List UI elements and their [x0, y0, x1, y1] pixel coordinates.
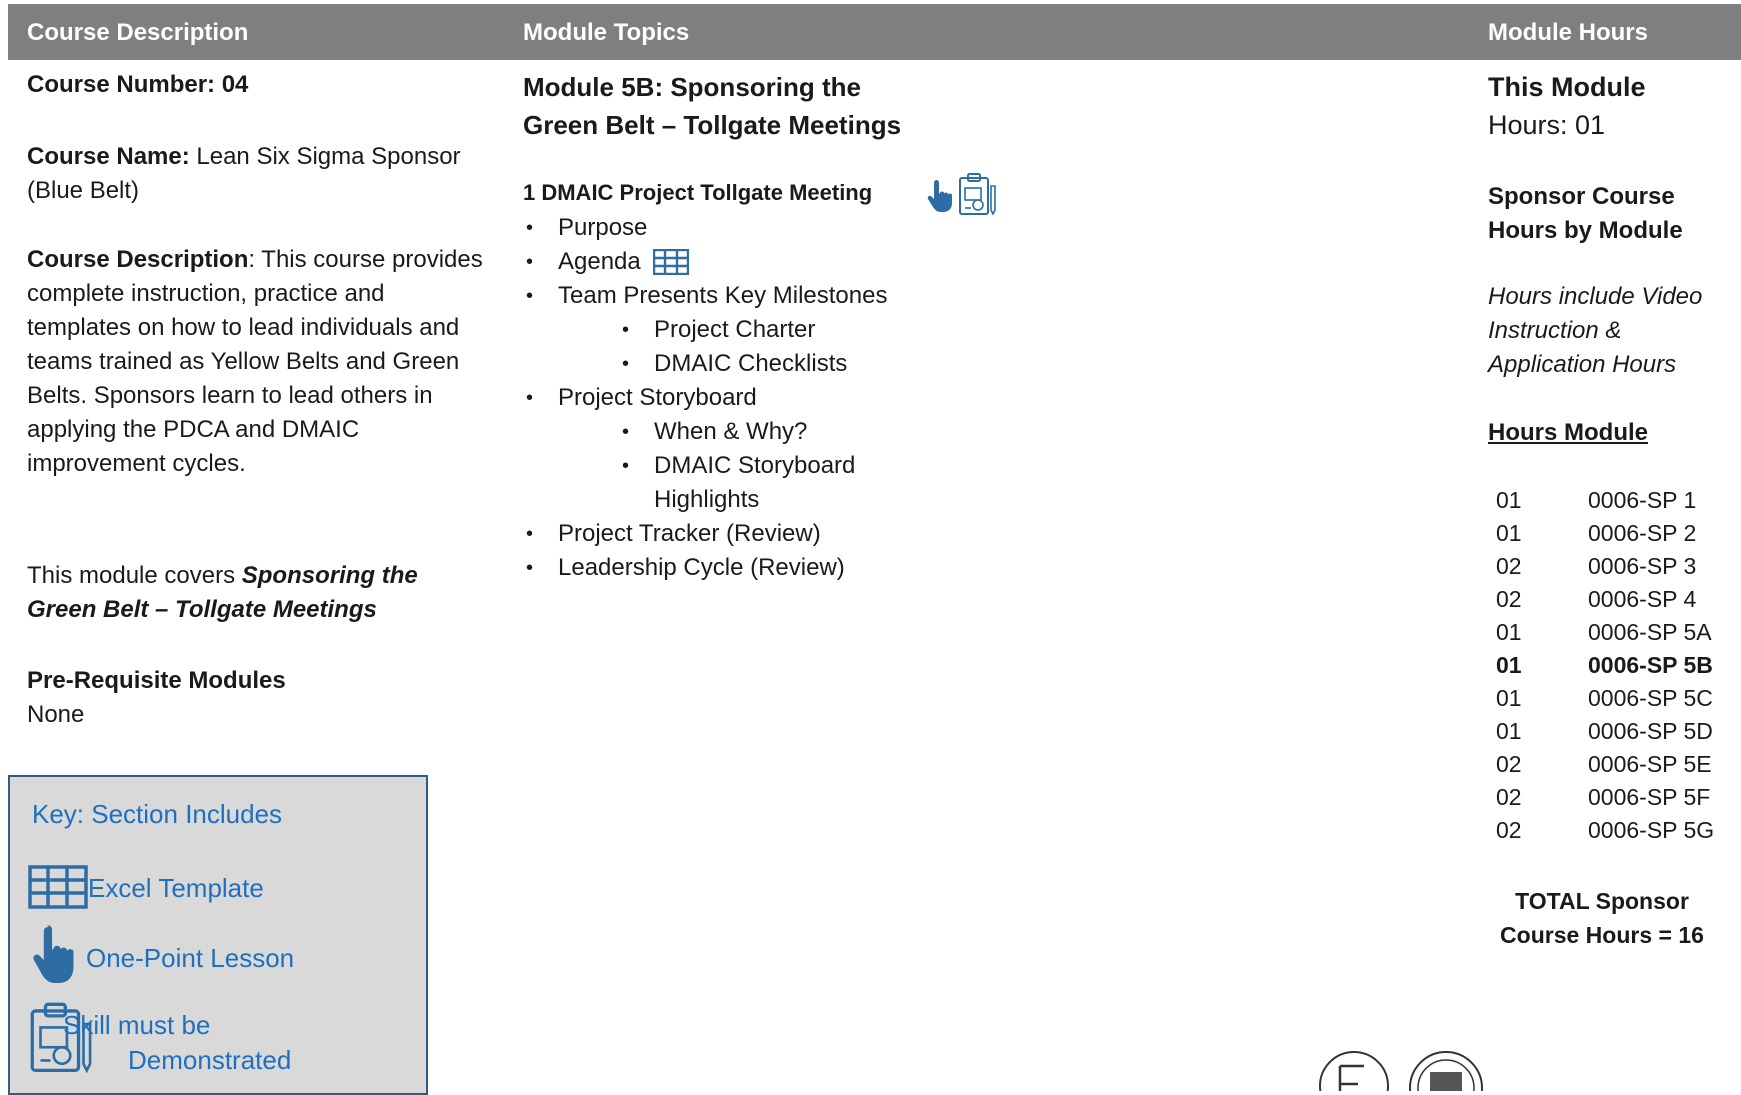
- section-title: 1 DMAIC Project Tollgate Meeting: [523, 180, 873, 205]
- list-item-storyboard: Project Storyboard: [526, 381, 757, 415]
- this-module-label: This Module: [1488, 72, 1646, 102]
- legend-one-point-lesson: One-Point Lesson: [86, 943, 295, 973]
- sponsor-hours-title: Sponsor Course Hours by Module: [1488, 183, 1683, 244]
- course-description: Course Description: This course provides…: [27, 246, 483, 477]
- certification-seal-logo: [1319, 1051, 1483, 1091]
- pointing-hand-icon: [33, 925, 74, 984]
- this-module-hours: Hours: 01: [1488, 110, 1606, 140]
- list-item-charter: Project Charter: [622, 313, 815, 347]
- total-hours: TOTAL Sponsor Course Hours = 16: [1500, 888, 1704, 948]
- module-title: Module 5B: Sponsoring the Green Belt – T…: [523, 72, 902, 140]
- legend-excel-template: Excel Template: [88, 873, 264, 903]
- prereq-value: None: [27, 701, 85, 728]
- clipboard-skill-icon: [959, 173, 996, 216]
- list-item-leadership: Leadership Cycle (Review): [526, 551, 845, 585]
- list-item-checklists: DMAIC Checklists: [622, 347, 847, 381]
- legend-skill-line1: Skill must be: [63, 1010, 211, 1040]
- list-item-tracker: Project Tracker (Review): [526, 517, 821, 551]
- list-item-highlights: DMAIC Storyboard Highlights: [622, 449, 855, 517]
- legend-title: Key: Section Includes: [32, 799, 283, 829]
- prereq-label: Pre-Requisite Modules: [27, 667, 286, 694]
- header-course-description: Course Description: [27, 19, 249, 46]
- pointing-hand-icon: [927, 180, 952, 212]
- hours-table-header: Hours Module: [1488, 419, 1648, 446]
- course-name: Course Name: Lean Six Sigma Sponsor (Blu…: [27, 143, 461, 204]
- course-number: Course Number: 04: [27, 71, 249, 98]
- list-item-agenda: Agenda: [526, 245, 641, 279]
- list-item-purpose: Purpose: [526, 211, 648, 245]
- header-module-hours: Module Hours: [1488, 19, 1648, 46]
- list-item-when-why: When & Why?: [622, 415, 807, 449]
- table-grid-icon: [28, 865, 88, 909]
- module-covers: This module covers Sponsoring the Green …: [27, 562, 418, 623]
- hours-note: Hours include Video Instruction & Applic…: [1488, 283, 1703, 378]
- legend-key-box: Key: Section Includes Excel Template One…: [8, 775, 428, 1095]
- column-header-bar: Course Description Module Topics Module …: [8, 4, 1741, 60]
- legend-skill-line2: Demonstrated: [128, 1045, 292, 1075]
- list-item-milestones: Team Presents Key Milestones: [526, 279, 888, 313]
- header-module-topics: Module Topics: [523, 19, 690, 46]
- table-grid-icon: [653, 249, 689, 275]
